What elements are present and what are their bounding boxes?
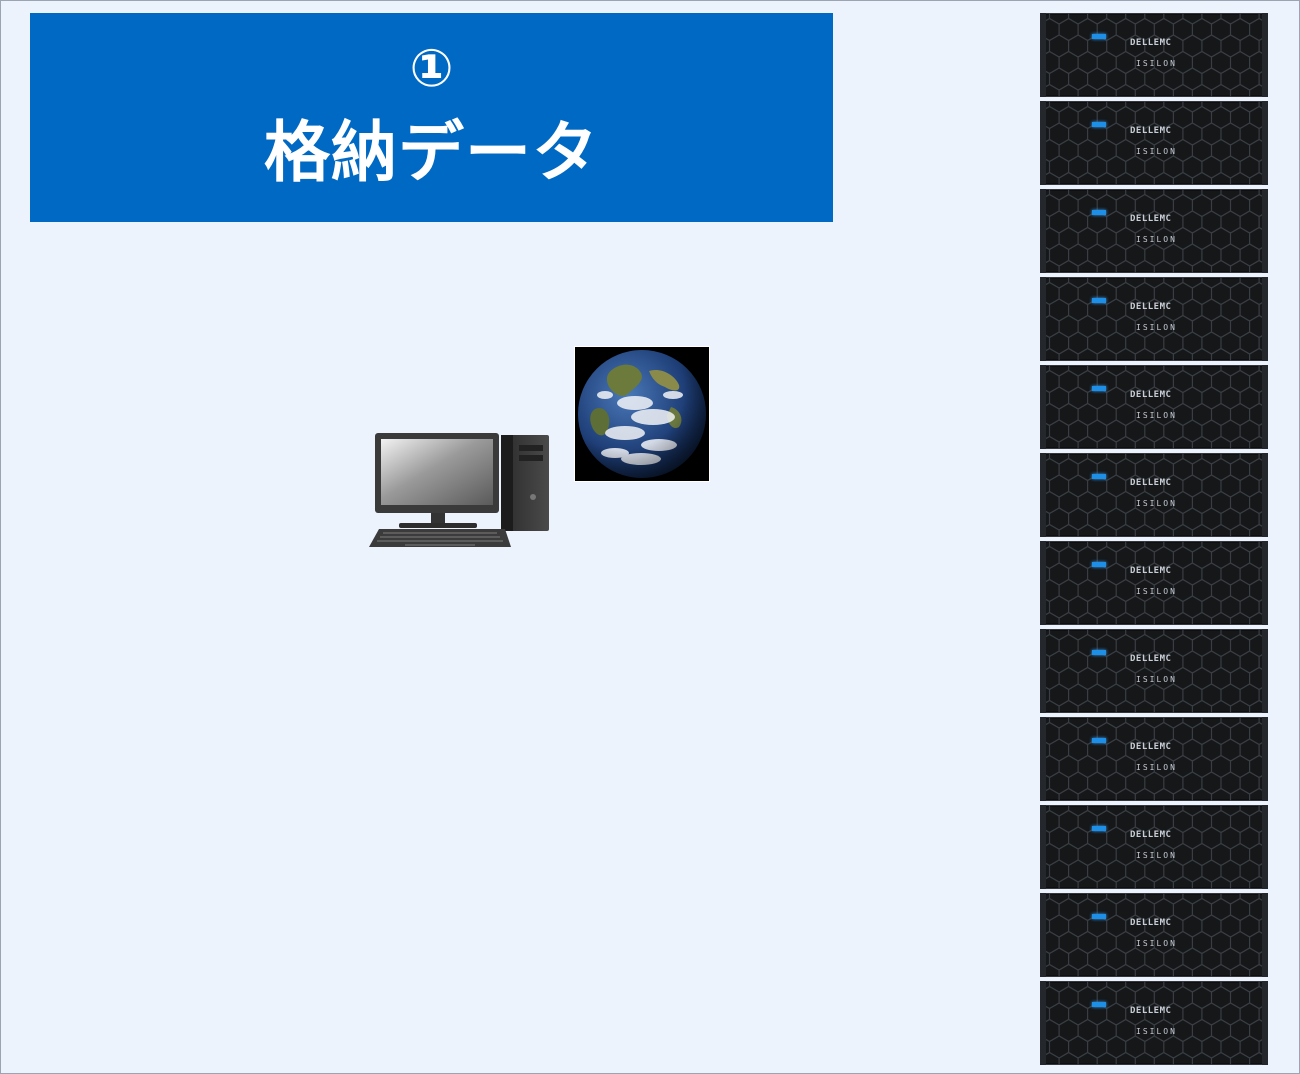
storage-server-icon: [1040, 453, 1268, 537]
server-model-label: ISILON: [1136, 59, 1177, 68]
storage-server-icon: [1040, 101, 1268, 185]
status-led: [1092, 826, 1106, 831]
status-led: [1092, 474, 1106, 479]
step-title: 格納データ: [264, 114, 599, 191]
storage-node: DELLEMC ISILON: [1040, 805, 1268, 889]
storage-node: DELLEMC ISILON: [1040, 541, 1268, 625]
storage-node: DELLEMC ISILON: [1040, 277, 1268, 361]
server-model-label: ISILON: [1136, 235, 1177, 244]
status-led: [1092, 738, 1106, 743]
server-brand-label: DELLEMC: [1130, 918, 1172, 928]
storage-server-icon: [1040, 717, 1268, 801]
diagram-canvas: ① 格納データ DELLEMC ISILON DELLEMC ISILON DE…: [0, 0, 1300, 1074]
server-model-label: ISILON: [1136, 323, 1177, 332]
server-brand-label: DELLEMC: [1130, 1006, 1172, 1016]
storage-node: DELLEMC ISILON: [1040, 893, 1268, 977]
server-brand-label: DELLEMC: [1130, 654, 1172, 664]
status-led: [1092, 386, 1106, 391]
storage-node: DELLEMC ISILON: [1040, 981, 1268, 1065]
server-brand-label: DELLEMC: [1130, 742, 1172, 752]
storage-server-icon: [1040, 541, 1268, 625]
server-brand-label: DELLEMC: [1130, 390, 1172, 400]
storage-server-icon: [1040, 277, 1268, 361]
server-brand-label: DELLEMC: [1130, 302, 1172, 312]
storage-node: DELLEMC ISILON: [1040, 629, 1268, 713]
server-brand-label: DELLEMC: [1130, 214, 1172, 224]
server-brand-label: DELLEMC: [1130, 566, 1172, 576]
status-led: [1092, 210, 1106, 215]
storage-server-icon: [1040, 13, 1268, 97]
server-model-label: ISILON: [1136, 1027, 1177, 1036]
storage-server-icon: [1040, 189, 1268, 273]
server-model-label: ISILON: [1136, 763, 1177, 772]
status-led: [1092, 562, 1106, 567]
step-title-box: ① 格納データ: [30, 13, 833, 222]
status-led: [1092, 34, 1106, 39]
server-model-label: ISILON: [1136, 851, 1177, 860]
step-number: ①: [409, 39, 454, 99]
storage-node: DELLEMC ISILON: [1040, 365, 1268, 449]
server-model-label: ISILON: [1136, 147, 1177, 156]
server-model-label: ISILON: [1136, 411, 1177, 420]
server-model-label: ISILON: [1136, 499, 1177, 508]
storage-server-icon: [1040, 981, 1268, 1065]
earth-globe-icon: [574, 346, 710, 482]
storage-server-icon: [1040, 365, 1268, 449]
server-model-label: ISILON: [1136, 939, 1177, 948]
server-brand-label: DELLEMC: [1130, 478, 1172, 488]
storage-rack: DELLEMC ISILON DELLEMC ISILON DELLEMC ISILON D…: [1040, 13, 1268, 1069]
server-model-label: ISILON: [1136, 675, 1177, 684]
server-brand-label: DELLEMC: [1130, 830, 1172, 840]
storage-node: DELLEMC ISILON: [1040, 717, 1268, 801]
storage-node: DELLEMC ISILON: [1040, 453, 1268, 537]
desktop-computer-icon: [365, 431, 555, 555]
server-model-label: ISILON: [1136, 587, 1177, 596]
storage-server-icon: [1040, 893, 1268, 977]
status-led: [1092, 1002, 1106, 1007]
storage-node: DELLEMC ISILON: [1040, 101, 1268, 185]
storage-server-icon: [1040, 629, 1268, 713]
server-brand-label: DELLEMC: [1130, 126, 1172, 136]
status-led: [1092, 914, 1106, 919]
server-brand-label: DELLEMC: [1130, 38, 1172, 48]
storage-node: DELLEMC ISILON: [1040, 13, 1268, 97]
status-led: [1092, 122, 1106, 127]
status-led: [1092, 650, 1106, 655]
status-led: [1092, 298, 1106, 303]
storage-node: DELLEMC ISILON: [1040, 189, 1268, 273]
storage-server-icon: [1040, 805, 1268, 889]
